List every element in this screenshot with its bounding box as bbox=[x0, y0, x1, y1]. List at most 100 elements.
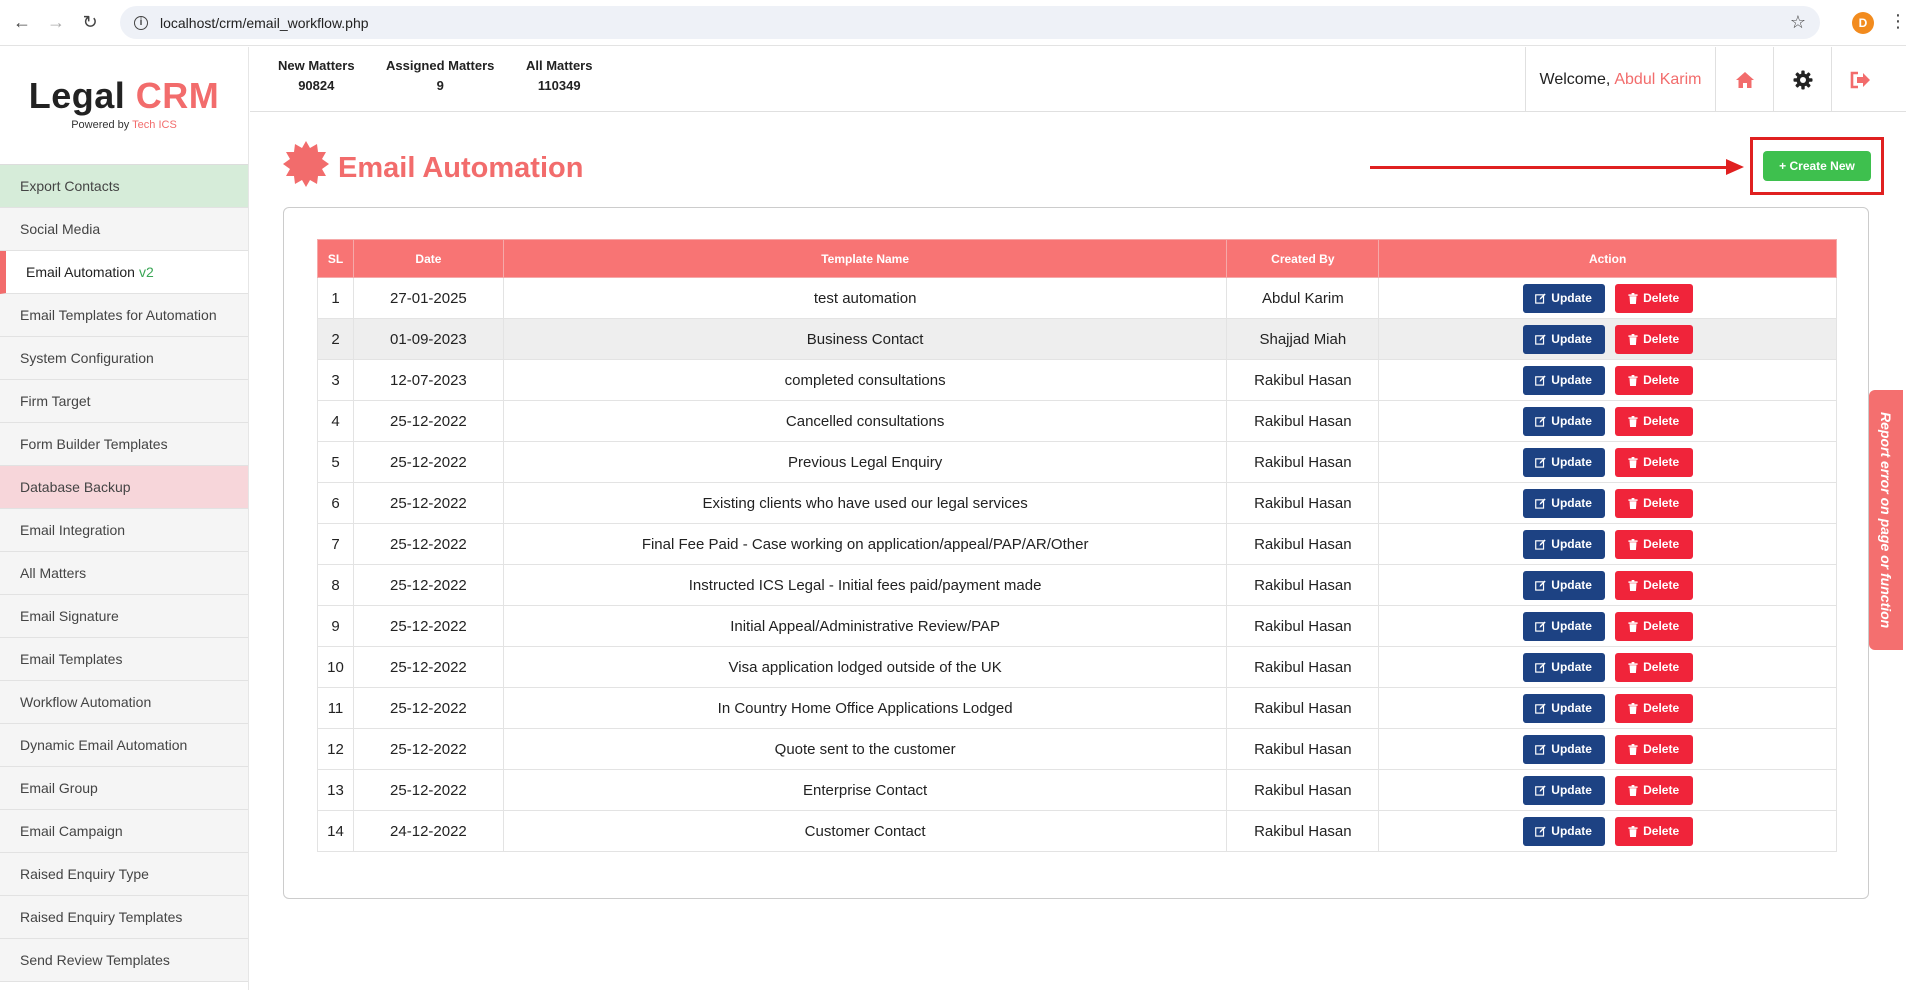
cell-date: 25-12-2022 bbox=[352, 523, 504, 565]
reload-icon[interactable]: ↻ bbox=[78, 11, 102, 35]
sidebar-item-label: Dynamic Email Automation bbox=[20, 737, 188, 753]
stat-label: Assigned Matters bbox=[386, 58, 495, 73]
cell-template-name: test automation bbox=[502, 277, 1228, 319]
update-button[interactable]: Update bbox=[1522, 365, 1605, 395]
trash-icon bbox=[1628, 743, 1638, 755]
powered-company: Tech ICS bbox=[132, 119, 177, 131]
update-button[interactable]: Update bbox=[1522, 324, 1605, 354]
cell-date: 25-12-2022 bbox=[352, 564, 504, 606]
sidebar-item-dynamic-email-automation[interactable]: Dynamic Email Automation bbox=[0, 724, 248, 767]
browser-menu-icon[interactable]: ⋮ bbox=[1889, 11, 1906, 32]
site-info-icon[interactable]: i bbox=[134, 15, 148, 30]
stat-all-matters[interactable]: All Matters 110349 bbox=[526, 58, 592, 93]
edit-icon bbox=[1535, 702, 1546, 714]
stat-value: 90824 bbox=[298, 78, 335, 93]
delete-label: Delete bbox=[1643, 701, 1680, 715]
update-button[interactable]: Update bbox=[1522, 488, 1605, 518]
sidebar-item-email-templates[interactable]: Email Templates bbox=[0, 638, 248, 681]
update-button[interactable]: Update bbox=[1522, 529, 1605, 559]
update-button[interactable]: Update bbox=[1522, 447, 1605, 477]
delete-button[interactable]: Delete bbox=[1614, 529, 1693, 559]
profile-avatar[interactable]: D bbox=[1852, 12, 1874, 34]
cell-created-by: Abdul Karim bbox=[1226, 277, 1380, 319]
stat-assigned-matters[interactable]: Assigned Matters 9 bbox=[386, 58, 494, 93]
table-row: 11 25-12-2022 In Country Home Office Appli… bbox=[317, 687, 1837, 729]
table-row: 7 25-12-2022 Final Fee Paid - Case working… bbox=[317, 523, 1837, 565]
update-button[interactable]: Update bbox=[1522, 652, 1605, 682]
sidebar-item-email-integration[interactable]: Email Integration bbox=[0, 509, 248, 552]
cell-date: 25-12-2022 bbox=[352, 728, 504, 770]
brand-logo[interactable]: Legal CRM Powered by Tech ICS bbox=[0, 47, 248, 164]
update-label: Update bbox=[1551, 660, 1592, 674]
sidebar-item-email-signature[interactable]: Email Signature bbox=[0, 595, 248, 638]
brand-name-accent: CRM bbox=[135, 75, 220, 116]
sidebar-item-label: Email Templates for Automation bbox=[20, 307, 217, 323]
delete-button[interactable]: Delete bbox=[1614, 324, 1693, 354]
sidebar-item-email-group[interactable]: Email Group bbox=[0, 767, 248, 810]
delete-button[interactable]: Delete bbox=[1614, 734, 1693, 764]
report-error-label: Report error on page or function bbox=[1878, 411, 1894, 629]
delete-button[interactable]: Delete bbox=[1614, 406, 1693, 436]
sidebar-item-raised-enquiry-type[interactable]: Raised Enquiry Type bbox=[0, 853, 248, 896]
delete-button[interactable]: Delete bbox=[1614, 283, 1693, 313]
home-button[interactable] bbox=[1715, 47, 1773, 112]
forward-arrow-icon[interactable]: → bbox=[44, 11, 68, 35]
update-button[interactable]: Update bbox=[1522, 816, 1605, 846]
annotation-highlight-box: + Create New bbox=[1750, 137, 1884, 195]
cell-template-name: Existing clients who have used our legal… bbox=[502, 482, 1228, 524]
cell-created-by: Rakibul Hasan bbox=[1226, 482, 1380, 524]
sidebar-item-workflow-automation[interactable]: Workflow Automation bbox=[0, 681, 248, 724]
cell-created-by: Rakibul Hasan bbox=[1226, 810, 1380, 852]
delete-button[interactable]: Delete bbox=[1614, 693, 1693, 723]
sidebar-item-raised-enquiry-templates[interactable]: Raised Enquiry Templates bbox=[0, 896, 248, 939]
update-button[interactable]: Update bbox=[1522, 406, 1605, 436]
cell-created-by: Rakibul Hasan bbox=[1226, 605, 1380, 647]
update-button[interactable]: Update bbox=[1522, 611, 1605, 641]
sidebar-item-email-campaign[interactable]: Email Campaign bbox=[0, 810, 248, 853]
cell-date: 25-12-2022 bbox=[352, 769, 504, 811]
sidebar-item-firm-target[interactable]: Firm Target bbox=[0, 380, 248, 423]
logout-button[interactable] bbox=[1831, 47, 1889, 112]
delete-button[interactable]: Delete bbox=[1614, 775, 1693, 805]
back-arrow-icon[interactable]: ← bbox=[10, 11, 34, 35]
update-button[interactable]: Update bbox=[1522, 693, 1605, 723]
stat-new-matters[interactable]: New Matters 90824 bbox=[278, 58, 355, 93]
header-sl: SL bbox=[317, 239, 354, 278]
delete-button[interactable]: Delete bbox=[1614, 611, 1693, 641]
sidebar-item-export-contacts[interactable]: Export Contacts bbox=[0, 165, 248, 208]
table-row: 14 24-12-2022 Customer Contact Rakibul Hasa… bbox=[317, 810, 1837, 852]
sidebar-item-system-configuration[interactable]: System Configuration bbox=[0, 337, 248, 380]
trash-icon bbox=[1628, 374, 1638, 386]
delete-button[interactable]: Delete bbox=[1614, 488, 1693, 518]
settings-button[interactable] bbox=[1773, 47, 1831, 112]
user-name[interactable]: Abdul Karim bbox=[1614, 71, 1701, 89]
create-new-button[interactable]: + Create New bbox=[1763, 151, 1871, 181]
delete-button[interactable]: Delete bbox=[1614, 365, 1693, 395]
report-error-tab[interactable]: Report error on page or function bbox=[1869, 390, 1903, 650]
sidebar-item-email-templates-automation[interactable]: Email Templates for Automation bbox=[0, 294, 248, 337]
update-button[interactable]: Update bbox=[1522, 734, 1605, 764]
table-body: 1 27-01-2025 test automation Abdul Karim Upd… bbox=[317, 277, 1837, 852]
cell-date: 27-01-2025 bbox=[352, 277, 504, 319]
delete-button[interactable]: Delete bbox=[1614, 816, 1693, 846]
delete-button[interactable]: Delete bbox=[1614, 447, 1693, 477]
url-text: localhost/crm/email_workflow.php bbox=[160, 14, 369, 31]
sidebar-item-social-media[interactable]: Social Media bbox=[0, 208, 248, 251]
sidebar-item-email-automation[interactable]: Email Automation v2 bbox=[0, 251, 248, 294]
delete-button[interactable]: Delete bbox=[1614, 652, 1693, 682]
top-bar: New Matters 90824 Assigned Matters 9 All… bbox=[250, 47, 1906, 112]
delete-button[interactable]: Delete bbox=[1614, 570, 1693, 600]
sidebar-item-database-backup[interactable]: Database Backup bbox=[0, 466, 248, 509]
sidebar-item-all-matters[interactable]: All Matters bbox=[0, 552, 248, 595]
update-button[interactable]: Update bbox=[1522, 283, 1605, 313]
delete-label: Delete bbox=[1643, 414, 1680, 428]
sidebar-item-send-review-templates[interactable]: Send Review Templates bbox=[0, 939, 248, 982]
update-button[interactable]: Update bbox=[1522, 570, 1605, 600]
cell-created-by: Rakibul Hasan bbox=[1226, 687, 1380, 729]
edit-icon bbox=[1535, 333, 1546, 345]
bookmark-star-icon[interactable]: ☆ bbox=[1790, 12, 1806, 33]
update-button[interactable]: Update bbox=[1522, 775, 1605, 805]
sidebar-item-form-builder[interactable]: Form Builder Templates bbox=[0, 423, 248, 466]
address-bar[interactable]: i localhost/crm/email_workflow.php ☆ bbox=[120, 6, 1820, 39]
templates-table: SL Date Template Name Created By Action … bbox=[317, 239, 1837, 852]
